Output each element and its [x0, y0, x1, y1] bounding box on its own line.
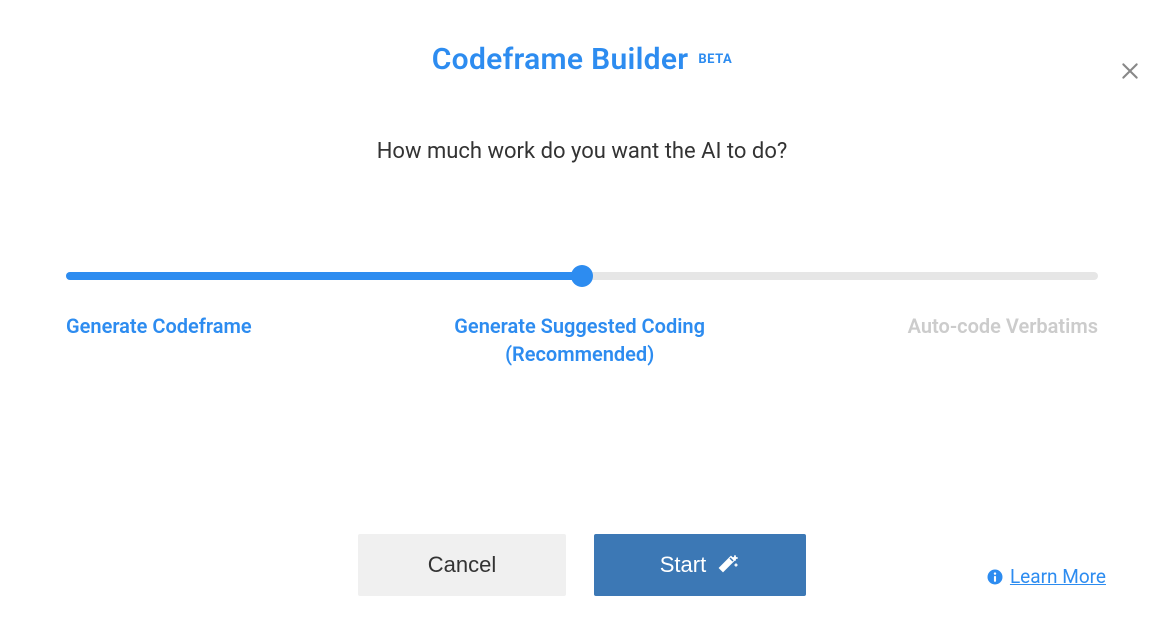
cancel-button[interactable]: Cancel	[358, 534, 566, 596]
learn-more-link[interactable]: Learn More	[1010, 565, 1106, 588]
slider-option-label: Generate Suggested Coding	[454, 314, 705, 338]
modal-title: Codeframe Builder	[432, 42, 689, 77]
cancel-button-label: Cancel	[428, 552, 496, 578]
magic-wand-icon	[716, 553, 740, 577]
slider-track	[66, 272, 1098, 280]
ai-effort-slider[interactable]: Generate Codeframe Generate Suggested Co…	[66, 272, 1098, 366]
learn-more: Learn More	[986, 565, 1106, 588]
slider-option-generate-codeframe[interactable]: Generate Codeframe	[66, 314, 252, 366]
title-row: Codeframe Builder BETA	[0, 42, 1164, 77]
slider-option-generate-suggested-coding[interactable]: Generate Suggested Coding (Recommended)	[454, 314, 705, 366]
info-icon	[986, 568, 1004, 586]
beta-badge: BETA	[698, 52, 732, 67]
slider-fill	[66, 272, 582, 280]
slider-option-label: Generate Codeframe	[66, 314, 252, 338]
slider-option-sublabel: (Recommended)	[454, 342, 705, 366]
slider-labels: Generate Codeframe Generate Suggested Co…	[66, 314, 1098, 366]
slider-option-auto-code-verbatims[interactable]: Auto-code Verbatims	[908, 314, 1098, 366]
close-button[interactable]	[1120, 60, 1140, 86]
start-button-label: Start	[660, 552, 706, 578]
slider-thumb[interactable]	[571, 265, 593, 287]
slider-option-label: Auto-code Verbatims	[908, 314, 1098, 338]
modal-subtitle: How much work do you want the AI to do?	[0, 139, 1164, 164]
start-button[interactable]: Start	[594, 534, 806, 596]
